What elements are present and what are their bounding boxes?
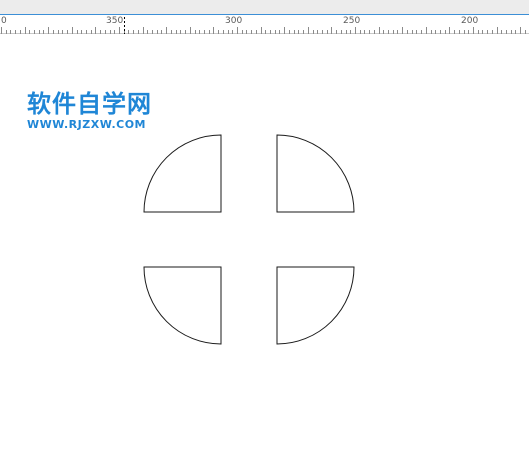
quarter-circle-bottom-left[interactable] <box>143 266 222 345</box>
quarter-circle-top-left[interactable] <box>143 134 222 213</box>
ruler-label-350: 350 <box>106 16 124 26</box>
ruler-ticks <box>1 17 526 34</box>
horizontal-ruler[interactable]: 0 350 300 250 200 <box>0 14 529 34</box>
quarter-circle-bottom-right[interactable] <box>276 266 355 345</box>
drawing-app: 0 350 300 250 200 软件自学网 WWW.RJZXW.COM <box>0 0 529 466</box>
quarter-circle-top-right[interactable] <box>276 134 355 213</box>
ruler-label-250: 250 <box>343 16 361 26</box>
drawing-canvas[interactable]: 软件自学网 WWW.RJZXW.COM <box>0 34 529 466</box>
ruler-label-0: 0 <box>1 16 7 26</box>
ruler-label-300: 300 <box>225 16 243 26</box>
toolbar-strip <box>0 0 529 15</box>
ruler-label-200: 200 <box>461 16 479 26</box>
shapes-layer <box>143 134 355 345</box>
